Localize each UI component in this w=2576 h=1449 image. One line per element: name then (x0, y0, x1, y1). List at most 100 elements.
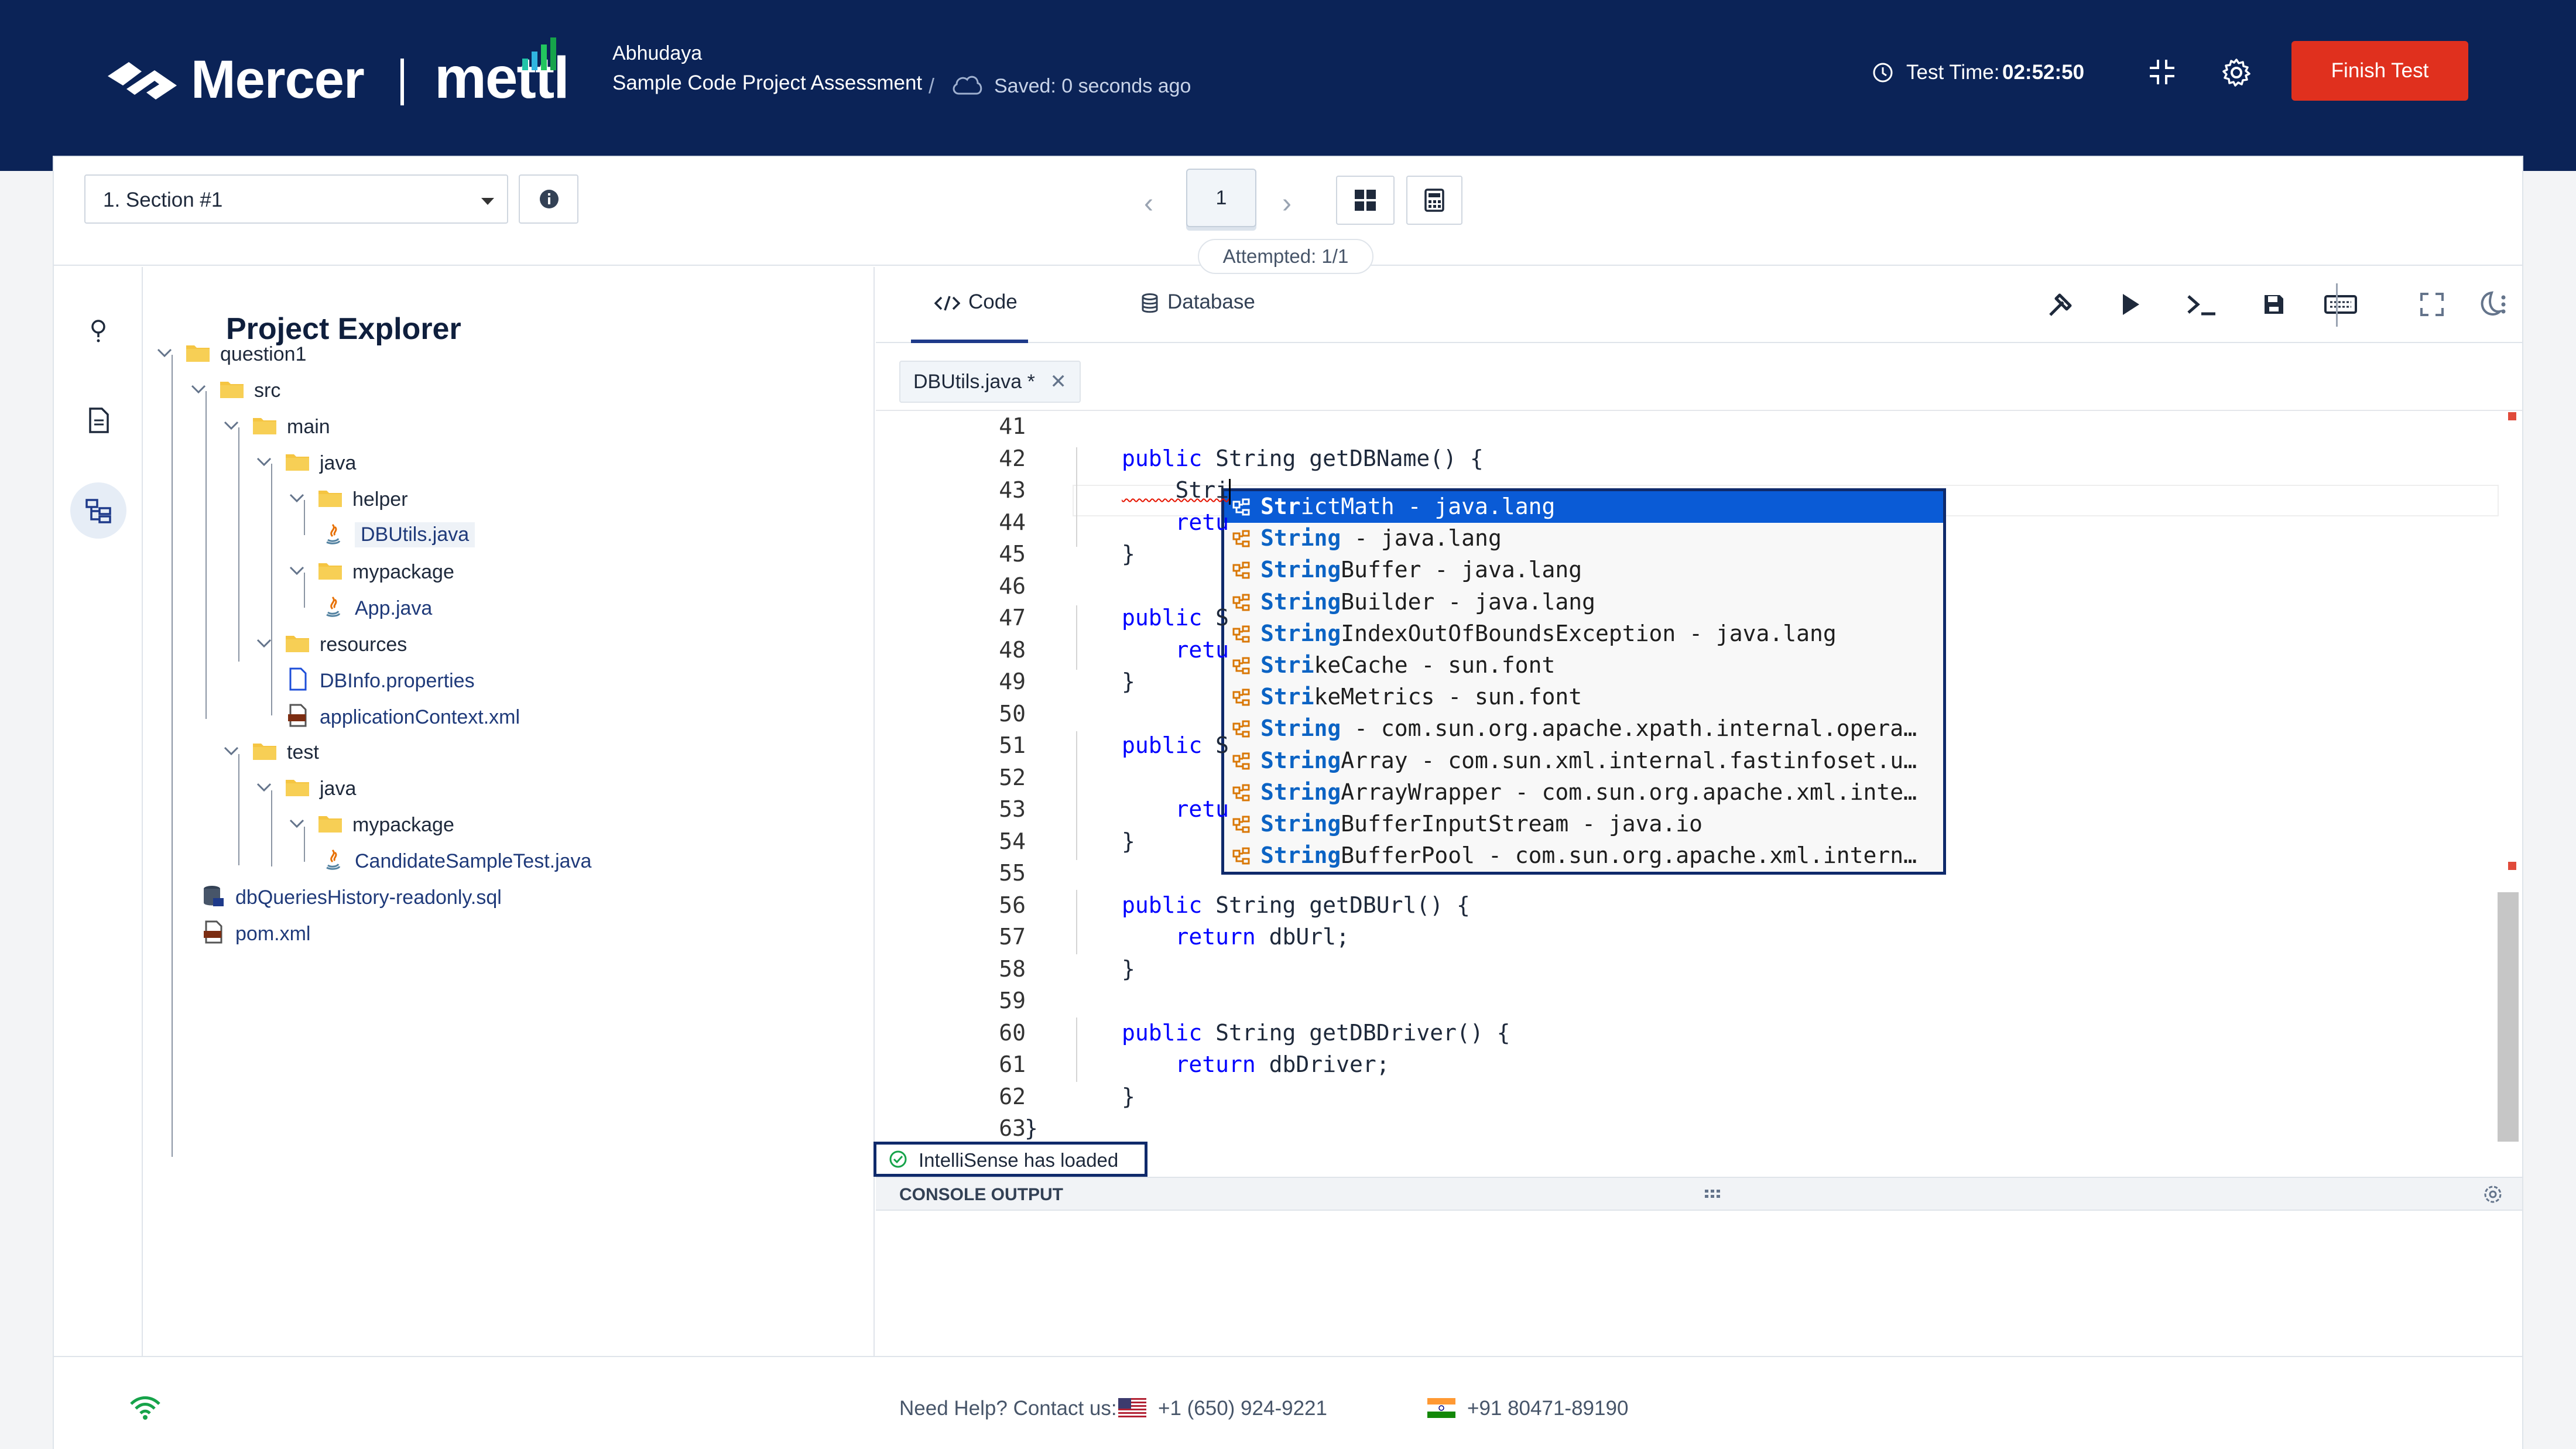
tree-file[interactable]: App.java (144, 592, 847, 624)
save-icon[interactable] (2258, 288, 2290, 321)
chevron-down-icon[interactable] (222, 417, 240, 434)
file-tab-dbutils[interactable]: DBUtils.java * ✕ (899, 361, 1081, 403)
run-icon[interactable] (2113, 288, 2146, 321)
tree-folder[interactable]: java (144, 773, 847, 804)
class-icon (1232, 657, 1250, 674)
suggestion-item[interactable]: StringBuffer - java.lang (1224, 554, 1943, 586)
tree-folder[interactable]: resources (144, 629, 847, 660)
suggestion-item[interactable]: StrictMath - java.lang (1224, 491, 1943, 523)
suggestion-item[interactable]: StringArrayWrapper - com.sun.org.apache.… (1224, 777, 1943, 809)
fullscreen-icon[interactable] (2416, 288, 2448, 321)
section-dropdown[interactable]: 1. Section #1 (84, 174, 508, 224)
unsaved-indicator: * (1027, 371, 1035, 393)
tab-code[interactable]: Code (934, 290, 1018, 314)
code-line[interactable]: return dbUrl; (1122, 924, 1349, 950)
code-line[interactable]: return dbDriver; (1122, 1051, 1390, 1077)
section-dropdown-value: 1. Section #1 (103, 189, 223, 211)
code-line[interactable]: retu (1122, 509, 1229, 535)
code-line[interactable]: retu (1122, 637, 1229, 663)
close-icon[interactable]: ✕ (1050, 371, 1067, 393)
chevron-down-icon[interactable] (222, 742, 240, 760)
suggestion-match: String (1260, 620, 1341, 646)
code-line[interactable]: public String getDBDriver() { (1122, 1020, 1510, 1046)
chevron-down-icon[interactable] (255, 635, 273, 652)
error-marker (2508, 412, 2516, 420)
tree-file[interactable]: pom.xml (144, 918, 847, 950)
console-settings-icon[interactable] (2482, 1184, 2503, 1205)
scrollbar-thumb[interactable] (2498, 892, 2519, 1142)
suggestion-item[interactable]: StrikeMetrics - sun.font (1224, 681, 1943, 713)
suggestion-item[interactable]: String - com.sun.org.apache.xpath.intern… (1224, 713, 1943, 745)
question-page-button[interactable]: 1 (1186, 169, 1256, 227)
finish-test-button[interactable]: Finish Test (2291, 41, 2468, 101)
tree-file[interactable]: applicationContext.xml (144, 701, 847, 733)
tree-folder[interactable]: mypackage (144, 556, 847, 588)
code-line[interactable]: } (1025, 1115, 1038, 1141)
tree-folder[interactable]: test (144, 737, 847, 768)
code-line[interactable]: } (1122, 1084, 1135, 1109)
phone-us[interactable]: +1 (650) 924-9221 (1158, 1397, 1327, 1420)
chevron-right-icon[interactable]: › (1282, 187, 1292, 220)
tree-file[interactable]: DBInfo.properties (144, 665, 847, 697)
exit-fullscreen-icon[interactable] (2147, 57, 2177, 87)
code-line[interactable]: public S (1122, 732, 1229, 758)
chevron-down-icon[interactable] (288, 489, 306, 507)
tree-folder[interactable]: question1 (144, 338, 847, 370)
keyboard-icon[interactable] (2322, 288, 2359, 321)
suggestion-item[interactable]: StringBuilder - java.lang (1224, 587, 1943, 618)
suggestion-item[interactable]: StrikeCache - sun.font (1224, 650, 1943, 681)
code-line[interactable]: } (1122, 541, 1135, 567)
chevron-down-icon[interactable] (156, 344, 173, 362)
tab-database[interactable]: Database (1140, 290, 1255, 314)
suggestion-item[interactable]: StringBufferInputStream - java.io (1224, 809, 1943, 840)
chevron-left-icon[interactable]: ‹ (1144, 187, 1153, 220)
indent-guide (1076, 447, 1077, 547)
tree-folder[interactable]: mypackage (144, 809, 847, 841)
settings-gear-icon[interactable] (2221, 57, 2252, 88)
code-area[interactable]: StrictMath - java.lang String - java.lang… (876, 412, 2522, 1142)
chevron-down-icon[interactable] (255, 453, 273, 471)
tree-folder[interactable]: java (144, 447, 847, 479)
tree-folder[interactable]: main (144, 411, 847, 443)
code-line[interactable]: public S (1122, 605, 1229, 631)
phone-in[interactable]: +91 80471-89190 (1467, 1397, 1628, 1420)
code-line[interactable]: retu (1122, 796, 1229, 822)
build-icon[interactable] (2044, 288, 2077, 321)
rail-document-button[interactable] (70, 392, 126, 448)
chevron-down-icon[interactable] (288, 562, 306, 580)
code-line[interactable]: } (1122, 956, 1135, 982)
chevron-down-icon[interactable] (255, 779, 273, 796)
tree-file[interactable]: dbQueriesHistory-readonly.sql (144, 882, 847, 913)
line-number: 61 (999, 1051, 1026, 1077)
section-info-button[interactable] (519, 174, 578, 224)
code-line[interactable]: public String getDBName() { (1122, 446, 1484, 471)
suggestion-item[interactable]: StringIndexOutOfBoundsException - java.l… (1224, 618, 1943, 650)
calculator-button[interactable] (1406, 176, 1462, 225)
suggestion-item[interactable]: StringArray - com.sun.xml.internal.fasti… (1224, 745, 1943, 777)
tree-file[interactable]: CandidateSampleTest.java (144, 845, 847, 877)
tree-item-label: DBUtils.java (355, 522, 475, 547)
suggestion-item[interactable]: String - java.lang (1224, 523, 1943, 554)
chevron-down-icon[interactable] (288, 815, 306, 833)
app-header: Mercer mettl Abhudaya Sample Code Projec… (0, 0, 2576, 171)
terminal-icon[interactable] (2185, 288, 2218, 321)
tree-folder[interactable]: src (144, 375, 847, 406)
code-line[interactable]: } (1122, 828, 1135, 854)
tree-file[interactable]: DBUtils.java (144, 520, 847, 551)
code-line[interactable]: Stri (1122, 477, 1231, 505)
drag-handle-icon[interactable] (1704, 1188, 1724, 1200)
autocomplete-popup[interactable]: StrictMath - java.lang String - java.lang… (1221, 488, 1946, 875)
line-number: 53 (999, 796, 1026, 822)
rail-project-tree-button[interactable] (70, 482, 126, 539)
tree-item-label: pom.xml (235, 923, 311, 945)
chevron-down-icon[interactable] (190, 381, 207, 398)
tree-folder[interactable]: helper (144, 484, 847, 515)
question-grid-button[interactable] (1336, 176, 1395, 225)
rail-question-button[interactable] (70, 302, 126, 358)
more-icon[interactable] (2492, 288, 2515, 321)
tree-item-label: mypackage (352, 814, 454, 836)
code-line[interactable]: public String getDBUrl() { (1122, 892, 1470, 918)
code-line[interactable]: } (1122, 669, 1135, 694)
suggestion-item[interactable]: StringBufferPool - com.sun.org.apache.xm… (1224, 840, 1943, 872)
tree-item-label: resources (320, 633, 407, 656)
